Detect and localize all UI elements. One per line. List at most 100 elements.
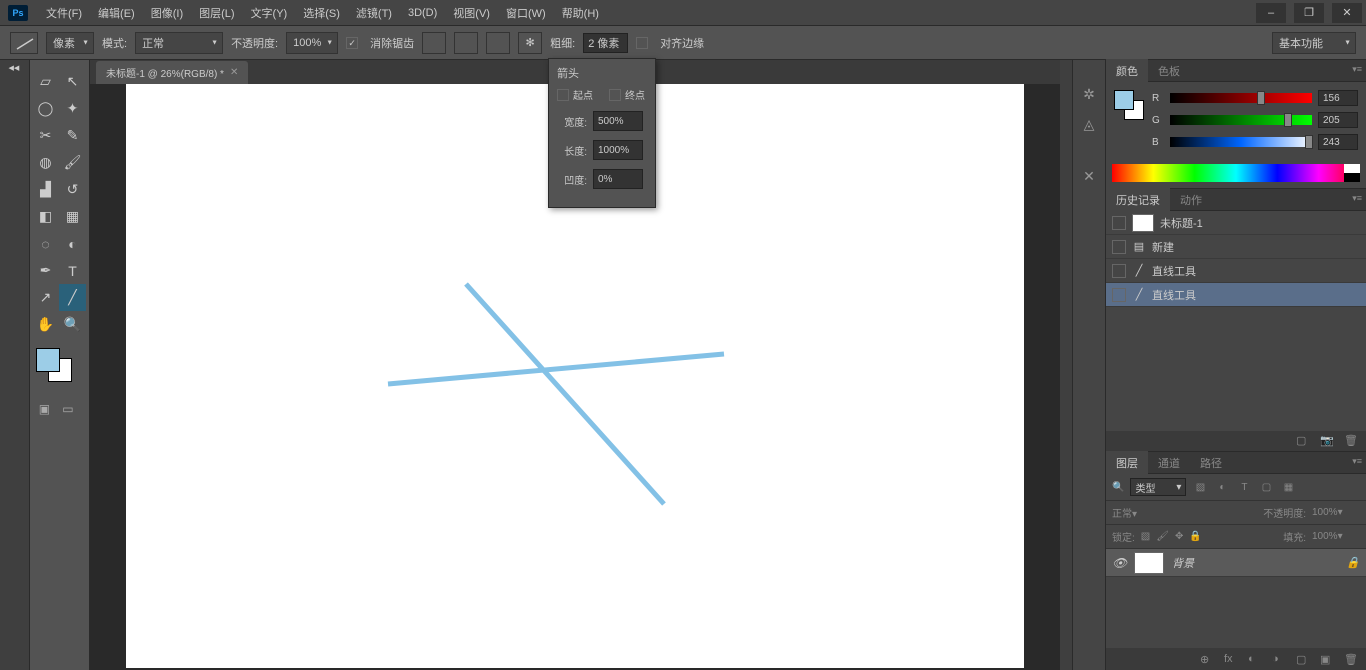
path-op-1[interactable] <box>422 32 446 54</box>
adjustments-panel-icon[interactable]: ✕ <box>1079 166 1099 186</box>
history-item[interactable]: ▤ 新建 <box>1106 235 1366 259</box>
paths-tab[interactable]: 路径 <box>1190 451 1232 475</box>
wand-tool[interactable]: ✦ <box>59 95 86 122</box>
menu-view[interactable]: 视图(V) <box>445 1 498 25</box>
path-op-2[interactable] <box>454 32 478 54</box>
delete-layer-icon[interactable]: 🗑 <box>1344 653 1360 666</box>
history-snapshot-icon[interactable]: 📷 <box>1320 434 1336 448</box>
close-button[interactable]: ✕ <box>1332 3 1362 23</box>
blur-tool[interactable]: ◌ <box>32 230 59 257</box>
arrow-end-checkbox[interactable] <box>609 89 621 101</box>
history-brush-tool[interactable]: ↺ <box>59 176 86 203</box>
zoom-tool[interactable]: 🔍 <box>59 311 86 338</box>
actions-tab[interactable]: 动作 <box>1170 188 1212 212</box>
filter-smart-icon[interactable]: ▦ <box>1280 479 1296 495</box>
lasso-tool[interactable]: ◯ <box>32 95 59 122</box>
adjustment-icon[interactable]: ◑ <box>1272 653 1288 665</box>
arrow-width-input[interactable] <box>593 111 643 131</box>
collapse-icon[interactable]: ◀◀ <box>9 64 21 70</box>
g-slider[interactable] <box>1170 115 1312 125</box>
lock-paint-icon[interactable]: 🖌 <box>1156 531 1169 542</box>
pen-tool[interactable]: ✒ <box>32 257 59 284</box>
history-tab[interactable]: 历史记录 <box>1106 188 1170 212</box>
eyedropper-tool[interactable]: ✎ <box>59 122 86 149</box>
history-check[interactable] <box>1112 240 1126 254</box>
mode-dropdown[interactable]: 正常 <box>135 32 223 54</box>
fx-icon[interactable]: fx <box>1224 653 1240 665</box>
menu-help[interactable]: 帮助(H) <box>554 1 607 25</box>
lock-pos-icon[interactable]: ✥ <box>1175 531 1183 542</box>
history-menu-icon[interactable]: ▾≡ <box>1352 193 1362 204</box>
crop-tool[interactable]: ✂ <box>32 122 59 149</box>
g-value-input[interactable]: 205 <box>1318 112 1358 128</box>
eraser-tool[interactable]: ◧ <box>32 203 59 230</box>
channels-tab[interactable]: 通道 <box>1148 451 1190 475</box>
snapshot-check[interactable] <box>1112 216 1126 230</box>
mask-icon[interactable]: ◐ <box>1248 653 1264 665</box>
menu-select[interactable]: 选择(S) <box>295 1 348 25</box>
layer-item[interactable]: 👁 背景 🔒 <box>1106 549 1366 577</box>
panel-fg-color[interactable] <box>1114 90 1134 110</box>
marquee-tool[interactable]: ↖ <box>59 68 86 95</box>
new-layer-icon[interactable]: ▣ <box>1320 653 1336 666</box>
filter-type-dropdown[interactable]: 类型▾ <box>1130 478 1186 496</box>
maximize-button[interactable]: ❐ <box>1294 3 1324 23</box>
layers-tab[interactable]: 图层 <box>1106 451 1148 475</box>
quickmask-icon[interactable]: ▣ <box>39 402 57 416</box>
history-delete-icon[interactable]: 🗑 <box>1344 434 1360 448</box>
fill-dropdown[interactable]: 100%▾ <box>1312 531 1360 542</box>
history-check[interactable] <box>1112 288 1126 302</box>
histogram-panel-icon[interactable]: ◬ <box>1079 114 1099 134</box>
unit-dropdown[interactable]: 像素 <box>46 32 94 54</box>
document-tab[interactable]: 未标题-1 @ 26%(RGB/8) * ✕ <box>96 61 248 84</box>
color-tab[interactable]: 颜色 <box>1106 59 1148 83</box>
layers-menu-icon[interactable]: ▾≡ <box>1352 456 1362 467</box>
menu-edit[interactable]: 编辑(E) <box>90 1 143 25</box>
filter-shape-icon[interactable]: ▢ <box>1258 479 1274 495</box>
r-value-input[interactable]: 156 <box>1318 90 1358 106</box>
filter-type-icon[interactable]: T <box>1236 479 1252 495</box>
type-tool[interactable]: T <box>59 257 86 284</box>
visibility-icon[interactable]: 👁 <box>1112 556 1126 570</box>
path-op-3[interactable] <box>486 32 510 54</box>
group-icon[interactable]: ▢ <box>1296 653 1312 666</box>
move-tool[interactable]: ▱ <box>32 68 59 95</box>
heal-tool[interactable]: ◍ <box>32 149 59 176</box>
menu-window[interactable]: 窗口(W) <box>498 1 554 25</box>
brush-tool[interactable]: 🖌 <box>59 149 86 176</box>
menu-3d[interactable]: 3D(D) <box>400 3 445 23</box>
menu-filter[interactable]: 滤镜(T) <box>348 1 400 25</box>
panel-menu-icon[interactable]: ▾≡ <box>1352 64 1362 75</box>
arrow-concave-input[interactable] <box>593 169 643 189</box>
gear-button[interactable]: ✻ <box>518 32 542 54</box>
lock-all-icon[interactable]: 🔒 <box>1189 531 1201 542</box>
menu-layer[interactable]: 图层(L) <box>191 1 242 25</box>
opacity-dropdown[interactable]: 100% <box>286 32 338 54</box>
weight-input[interactable]: 2 像素 <box>583 33 628 53</box>
dodge-tool[interactable]: ◐ <box>59 230 86 257</box>
spectrum-bar[interactable] <box>1112 164 1360 182</box>
antialias-checkbox[interactable] <box>346 37 358 49</box>
nav-panel-icon[interactable]: ✲ <box>1079 84 1099 104</box>
foreground-color[interactable] <box>36 348 60 372</box>
arrow-start-checkbox[interactable] <box>557 89 569 101</box>
arrow-length-input[interactable] <box>593 140 643 160</box>
current-tool-icon[interactable] <box>10 32 38 54</box>
layer-opacity-dropdown[interactable]: 100%▾ <box>1312 507 1360 518</box>
filter-adjust-icon[interactable]: ◐ <box>1214 479 1230 495</box>
menu-image[interactable]: 图像(I) <box>143 1 191 25</box>
history-item[interactable]: ╱ 直线工具 <box>1106 283 1366 307</box>
filter-pixel-icon[interactable]: ▧ <box>1192 479 1208 495</box>
link-layers-icon[interactable]: ⊕ <box>1200 653 1216 666</box>
b-slider[interactable] <box>1170 137 1312 147</box>
screenmode-icon[interactable]: ▭ <box>62 402 80 416</box>
swatches-tab[interactable]: 色板 <box>1148 59 1190 83</box>
lock-trans-icon[interactable]: ▧ <box>1141 531 1150 542</box>
history-check[interactable] <box>1112 264 1126 278</box>
align-edges-checkbox[interactable] <box>636 37 648 49</box>
line-tool[interactable]: ╱ <box>59 284 86 311</box>
path-select-tool[interactable]: ↗ <box>32 284 59 311</box>
history-snapshot[interactable]: 未标题-1 <box>1106 211 1366 235</box>
minimize-button[interactable]: ‒ <box>1256 3 1286 23</box>
hand-tool[interactable]: ✋ <box>32 311 59 338</box>
